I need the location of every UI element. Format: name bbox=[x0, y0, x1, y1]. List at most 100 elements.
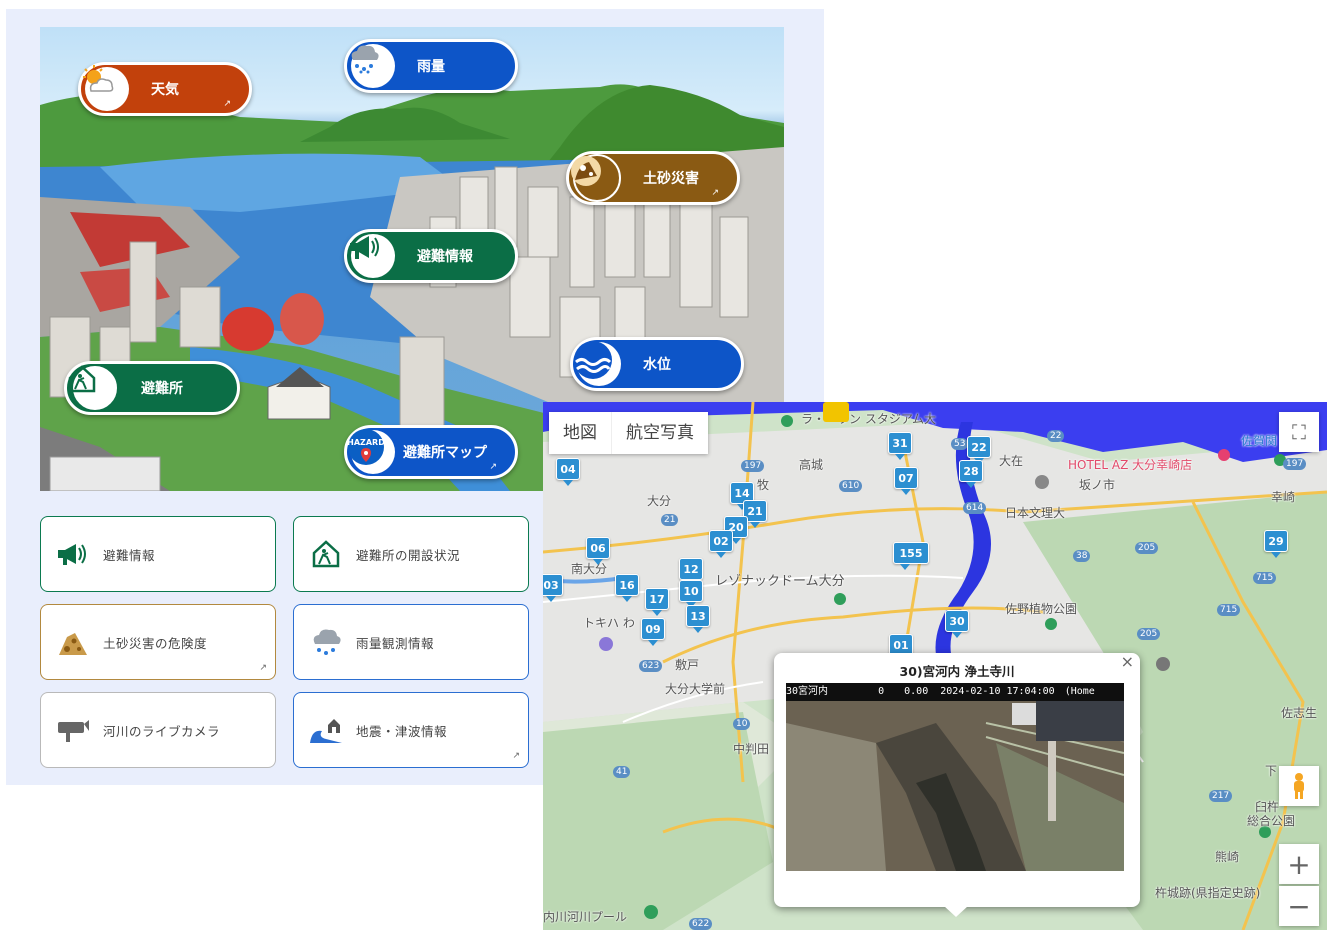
rainfall-button[interactable]: 雨量 bbox=[344, 39, 518, 93]
map-label-sakanoichi: 坂ノ市 bbox=[1079, 478, 1116, 492]
camera-marker[interactable]: 17 bbox=[645, 588, 669, 616]
map-label-kozaki: 幸崎 bbox=[1271, 490, 1296, 504]
shelter-map-button[interactable]: HAZARD 避難所マップ ↗ bbox=[344, 425, 518, 479]
tile-earthquake-tsunami[interactable]: 地震・津波情報 ↗ bbox=[293, 692, 529, 768]
camera-marker[interactable]: 12 bbox=[679, 558, 703, 586]
map-label-oita: 大分 bbox=[647, 494, 672, 508]
overlay-datetime: 2024-02-10 17:04:00 bbox=[940, 686, 1055, 697]
tsunami-icon bbox=[306, 710, 346, 750]
evacuation-info-button[interactable]: 避難情報 bbox=[344, 229, 518, 283]
camera-marker[interactable]: 07 bbox=[894, 467, 918, 495]
minus-icon: − bbox=[1287, 889, 1311, 923]
tile-river-live-camera[interactable]: 河川のライブカメラ bbox=[40, 692, 276, 768]
weather-label: 天気 bbox=[151, 82, 179, 98]
road-number-badge: 622 bbox=[689, 918, 713, 930]
road-number-badge: 205 bbox=[1135, 542, 1159, 554]
zoom-in-button[interactable]: + bbox=[1279, 844, 1319, 884]
map-type-map[interactable]: 地図 bbox=[549, 412, 611, 454]
external-link-icon: ↗ bbox=[512, 751, 520, 761]
camera-marker[interactable]: 31 bbox=[888, 432, 912, 460]
tile-shelter-status[interactable]: 避難所の開設状況 bbox=[293, 516, 529, 592]
fullscreen-button[interactable]: ⛶ bbox=[1279, 412, 1319, 452]
map-type-satellite[interactable]: 航空写真 bbox=[611, 412, 708, 454]
river-camera-map[interactable]: 地図 航空写真 ⛶ + − ラ・・ワン スタジアム大 高城 大在 HOTEL A… bbox=[543, 402, 1327, 930]
map-label-sano: 佐野植物公園 bbox=[1005, 602, 1078, 616]
map-label-sogo-koen: 総合公園 bbox=[1247, 814, 1296, 828]
street-view-pegman[interactable] bbox=[1279, 766, 1319, 806]
camera-icon bbox=[53, 710, 93, 750]
external-link-icon: ↗ bbox=[489, 462, 497, 472]
live-camera-image: 30宮河内 0 0.00 2024-02-10 17:04:00 (Home bbox=[786, 683, 1124, 871]
tile-evacuation-info[interactable]: 避難情報 bbox=[40, 516, 276, 592]
camera-marker[interactable]: 02 bbox=[709, 530, 733, 558]
water-level-label: 水位 bbox=[643, 357, 671, 373]
map-label-stadium: ラ・・ワン スタジアム大 bbox=[801, 412, 936, 426]
camera-marker[interactable]: 29 bbox=[1264, 530, 1288, 558]
camera-marker[interactable]: 155 bbox=[893, 542, 929, 570]
camera-marker[interactable]: 06 bbox=[586, 537, 610, 565]
road-number-badge: 715 bbox=[1253, 572, 1277, 584]
map-label-oita-univ: 大分大学前 bbox=[665, 682, 726, 696]
camera-marker[interactable]: 04 bbox=[556, 458, 580, 486]
camera-marker[interactable]: 30 bbox=[945, 610, 969, 638]
map-label-nakahanda: 中判田 bbox=[733, 742, 770, 756]
evacuation-info-label: 避難情報 bbox=[417, 249, 473, 265]
water-level-button[interactable]: 水位 bbox=[570, 337, 744, 391]
popup-close-button[interactable]: × bbox=[1121, 652, 1134, 671]
camera-marker-icon[interactable] bbox=[823, 402, 849, 422]
hazard-on-logo: HAZARD bbox=[347, 429, 395, 474]
fullscreen-icon: ⛶ bbox=[1292, 420, 1306, 444]
camera-marker[interactable]: 16 bbox=[615, 574, 639, 602]
map-label-shimo: 下 bbox=[1265, 764, 1278, 778]
external-link-icon: ↗ bbox=[223, 99, 231, 109]
shelter-label: 避難所 bbox=[141, 381, 183, 397]
landslide-label: 土砂災害 bbox=[643, 171, 699, 187]
map-label-hotel: HOTEL AZ 大分幸崎店 bbox=[1068, 458, 1193, 472]
camera-marker[interactable]: 22 bbox=[967, 436, 991, 464]
zoom-out-button[interactable]: − bbox=[1279, 886, 1319, 926]
map-label-kumazaki: 熊崎 bbox=[1215, 850, 1240, 864]
camera-marker[interactable]: 03 bbox=[543, 574, 563, 602]
camera-overlay-bar: 30宮河内 0 0.00 2024-02-10 17:04:00 (Home bbox=[786, 683, 1124, 701]
megaphone-icon bbox=[350, 234, 395, 278]
shelter-button[interactable]: 避難所 bbox=[64, 361, 240, 415]
plus-icon: + bbox=[1287, 847, 1311, 881]
map-label-pool: 内川河川プール bbox=[543, 910, 628, 924]
popup-title: 30)宮河内 浄土寺川 bbox=[899, 664, 1015, 679]
road-number-badge: 217 bbox=[1209, 790, 1233, 802]
tile-rainfall-observation[interactable]: 雨量観測情報 bbox=[293, 604, 529, 680]
external-link-icon: ↗ bbox=[711, 188, 719, 198]
tile-landslide-risk[interactable]: 土砂災害の危険度 ↗ bbox=[40, 604, 276, 680]
road-number-badge: 197 bbox=[1283, 458, 1307, 470]
tile-label: 地震・津波情報 bbox=[356, 723, 448, 739]
road-number-badge: 53 bbox=[951, 438, 969, 450]
tile-label: 避難所の開設状況 bbox=[356, 547, 461, 563]
tile-label: 避難情報 bbox=[103, 547, 156, 563]
road-number-badge: 41 bbox=[613, 766, 631, 778]
map-label-nihon-bunri: 日本文理大 bbox=[1005, 506, 1066, 520]
road-number-badge: 22 bbox=[1047, 430, 1065, 442]
map-type-toggle[interactable]: 地図 航空写真 bbox=[549, 412, 708, 454]
overlay-value: 0.00 bbox=[904, 686, 929, 697]
camera-marker[interactable]: 10 bbox=[679, 580, 703, 608]
tile-label: 河川のライブカメラ bbox=[103, 723, 221, 739]
camera-marker[interactable]: 09 bbox=[641, 618, 665, 646]
map-label-ozai: 大在 bbox=[999, 454, 1024, 468]
camera-marker[interactable]: 28 bbox=[959, 460, 983, 488]
map-label-shikido: 敷戸 bbox=[675, 658, 700, 672]
shelter-icon bbox=[306, 534, 346, 574]
map-label-takajo: 高城 bbox=[799, 458, 824, 472]
camera-marker[interactable]: 13 bbox=[686, 605, 710, 633]
road-number-badge: 715 bbox=[1217, 604, 1241, 616]
map-label-saganoseki: 佐賀関 bbox=[1241, 434, 1278, 448]
road-number-badge: 197 bbox=[741, 460, 765, 472]
weather-button[interactable]: 天気 ↗ bbox=[78, 62, 252, 116]
landslide-button[interactable]: 土砂災害 ↗ bbox=[566, 151, 740, 205]
camera-scene bbox=[786, 683, 1124, 871]
road-number-badge: 10 bbox=[733, 718, 751, 730]
map-label-sashiu: 佐志生 bbox=[1281, 706, 1318, 720]
road-number-badge: 623 bbox=[639, 660, 663, 672]
road-number-badge: 38 bbox=[1073, 550, 1091, 562]
overlay-level: 0 bbox=[878, 686, 885, 697]
wave-icon bbox=[574, 341, 621, 386]
